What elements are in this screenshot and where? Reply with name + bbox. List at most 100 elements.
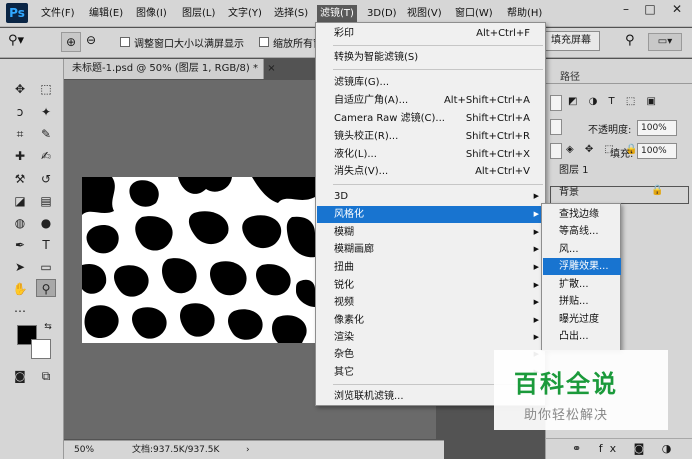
menu-item-last-filter[interactable]: 彩印 Alt+Ctrl+F — [317, 25, 546, 42]
tab-paths[interactable]: 路径 — [560, 68, 580, 83]
history-brush-icon[interactable]: ↺ — [36, 170, 56, 188]
document-canvas[interactable] — [82, 177, 315, 343]
status-arrow-icon[interactable]: › — [246, 441, 250, 459]
menu-item-video[interactable]: 视频 ▶ — [317, 294, 546, 311]
hand-tool-icon[interactable]: ✋ — [10, 280, 30, 298]
eraser-tool-icon[interactable]: ◪ — [10, 192, 30, 210]
menu-window[interactable]: 窗口(W) — [455, 6, 493, 22]
healing-brush-icon[interactable]: ✚ — [10, 147, 30, 165]
menu-item-blur-gallery[interactable]: 模糊画廊 ▶ — [317, 241, 546, 258]
menu-item-distort[interactable]: 扭曲 ▶ — [317, 259, 546, 276]
quick-mask-icon[interactable]: ◙ — [10, 367, 30, 385]
submenu-item-diffuse[interactable]: 扩散... — [543, 276, 621, 293]
menu-item-convert-smart[interactable]: 转换为智能滤镜(S) — [317, 49, 546, 66]
menu-help[interactable]: 帮助(H) — [507, 6, 542, 22]
menu-item-blur[interactable]: 模糊 ▶ — [317, 224, 546, 241]
submenu-item-emboss[interactable]: 浮雕效果... — [543, 258, 621, 275]
marquee-tool-icon[interactable]: ⬚ — [36, 80, 56, 98]
lock-icon: 🔒 — [651, 185, 664, 196]
blur-tool-icon[interactable]: ◍ — [10, 214, 30, 232]
background-color-swatch[interactable] — [31, 339, 51, 359]
document-tab[interactable]: 未标题-1.psd @ 50% (图层 1, RGB/8) * × — [64, 59, 276, 79]
menu-item-vanishing-point[interactable]: 消失点(V)... Alt+Ctrl+V — [317, 163, 546, 180]
menu-file[interactable]: 文件(F) — [41, 6, 75, 22]
opacity-input[interactable]: 100% — [637, 120, 677, 136]
fill-input[interactable]: 100% — [637, 143, 677, 159]
lasso-tool-icon[interactable]: ↄ — [10, 103, 30, 121]
filter-kind-dropdown[interactable] — [550, 95, 562, 111]
layer-actions-icons[interactable]: ⚭ fx ◙ ◑ ▭ ⊞ 🗑 — [546, 438, 692, 459]
blend-mode-dropdown[interactable] — [550, 119, 562, 135]
menu-view[interactable]: 视图(V) — [407, 6, 442, 22]
crop-tool-icon[interactable]: ⌗ — [10, 125, 30, 143]
watermark: 百科全说 助你轻松解决 — [494, 350, 668, 430]
menu-item-liquify[interactable]: 液化(L)... Shift+Ctrl+X — [317, 146, 546, 163]
submenu-item-contour[interactable]: 等高线... — [543, 223, 621, 240]
menu-item-lens-correction[interactable]: 镜头校正(R)... Shift+Ctrl+R — [317, 128, 546, 145]
more-tools-icon[interactable]: ⋯ — [10, 302, 30, 320]
maximize-icon[interactable]: □ — [643, 2, 657, 16]
search-icon[interactable]: ⚲ — [625, 33, 635, 48]
menu-item-stylize[interactable]: 风格化 ▶ — [317, 206, 546, 223]
menu-separator — [333, 184, 543, 185]
close-document-icon[interactable]: × — [267, 63, 275, 74]
submenu-item-wind[interactable]: 风... — [543, 241, 621, 258]
menu-image[interactable]: 图像(I) — [136, 6, 167, 22]
menu-item-camera-raw[interactable]: Camera Raw 滤镜(C)... Shift+Ctrl+A — [317, 110, 546, 127]
zoom-level[interactable]: 50% — [74, 441, 94, 459]
layer-1-row[interactable]: 图层 1 — [545, 162, 692, 180]
watermark-title: 百科全说 — [514, 370, 618, 398]
status-bar: 50% 文档:937.5K/937.5K › — [64, 440, 444, 459]
workspace-icon[interactable]: ▭▾ — [648, 33, 682, 51]
swap-colors-icon[interactable]: ⇆ — [42, 321, 54, 333]
close-icon[interactable]: ✕ — [670, 2, 684, 16]
brush-tool-icon[interactable]: ✍ — [36, 147, 56, 165]
submenu-item-extrude[interactable]: 凸出... — [543, 328, 621, 345]
lock-dropdown[interactable] — [550, 143, 562, 159]
resize-windows-label: 调整窗口大小以满屏显示 — [134, 39, 244, 50]
menu-filter[interactable]: 滤镜(T) — [317, 5, 357, 23]
dodge-tool-icon[interactable]: ● — [36, 214, 56, 232]
eyedropper-icon[interactable]: ✎ — [36, 125, 56, 143]
menu-item-filter-gallery[interactable]: 滤镜库(G)... — [317, 74, 546, 91]
layer-filter-icons[interactable]: ◩ ◑ T ⬚ ▣ — [568, 96, 660, 107]
zoom-out-icon[interactable]: ⊖ — [86, 33, 96, 47]
menu-item-sharpen[interactable]: 锐化 ▶ — [317, 277, 546, 294]
menu-type[interactable]: 文字(Y) — [228, 6, 262, 22]
menu-item-pixelate[interactable]: 像素化 ▶ — [317, 312, 546, 329]
minimize-icon[interactable]: – — [619, 2, 633, 16]
menu-item-render[interactable]: 渲染 ▶ — [317, 329, 546, 346]
opacity-label: 不透明度: — [588, 125, 632, 136]
menu-select[interactable]: 选择(S) — [274, 6, 308, 22]
fill-screen-button[interactable]: 填充屏幕 — [542, 31, 600, 51]
menu-item-3d[interactable]: 3D ▶ — [317, 188, 546, 205]
zoom-all-checkbox[interactable] — [259, 37, 269, 47]
type-tool-icon[interactable]: T — [36, 236, 56, 254]
submenu-item-find-edges[interactable]: 查找边缘 — [543, 206, 621, 223]
pen-tool-icon[interactable]: ✒ — [10, 236, 30, 254]
move-tool-icon[interactable]: ✥ — [10, 80, 30, 98]
zoom-tool-icon[interactable]: ⚲▾ — [8, 33, 24, 48]
background-layer-row[interactable]: 背景 — [545, 184, 692, 202]
submenu-item-solarize[interactable]: 曝光过度 — [543, 311, 621, 328]
magic-wand-icon[interactable]: ✦ — [36, 103, 56, 121]
gradient-tool-icon[interactable]: ▤ — [36, 192, 56, 210]
submenu-item-tiles[interactable]: 拼贴... — [543, 293, 621, 310]
menu-layer[interactable]: 图层(L) — [182, 6, 215, 22]
panel-divider — [545, 83, 692, 84]
clone-stamp-icon[interactable]: ⚒ — [10, 170, 30, 188]
screen-mode-icon[interactable]: ⧉ — [36, 367, 56, 385]
fill-label: 填充: — [610, 149, 634, 160]
menu-separator — [333, 45, 543, 46]
stylize-submenu: 查找边缘 等高线... 风... 浮雕效果... 扩散... 拼贴... 曝光过… — [541, 203, 621, 351]
zoom-tool-icon[interactable]: ⚲ — [36, 279, 56, 297]
noise-pattern-image — [82, 177, 315, 343]
document-info[interactable]: 文档:937.5K/937.5K — [132, 441, 219, 459]
menu-3d[interactable]: 3D(D) — [367, 6, 397, 22]
zoom-in-icon[interactable]: ⊕ — [61, 32, 81, 52]
rectangle-tool-icon[interactable]: ▭ — [36, 258, 56, 276]
resize-windows-checkbox[interactable] — [120, 37, 130, 47]
menu-edit[interactable]: 编辑(E) — [89, 6, 123, 22]
path-select-icon[interactable]: ➤ — [10, 258, 30, 276]
menu-item-adaptive-wide[interactable]: 自适应广角(A)... Alt+Shift+Ctrl+A — [317, 92, 546, 109]
